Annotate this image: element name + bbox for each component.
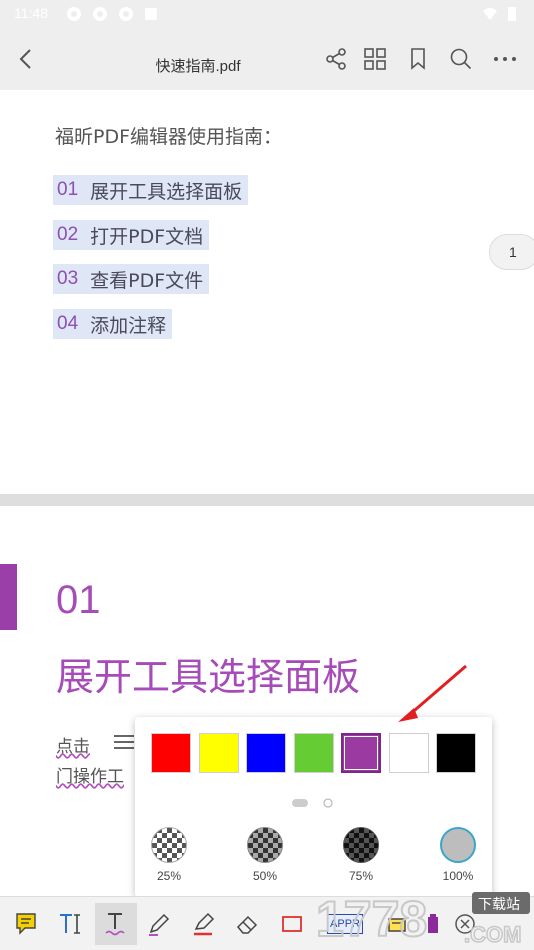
typewriter-icon	[60, 914, 80, 934]
color-swatch[interactable]	[388, 733, 429, 773]
watermark-domain: .COM	[464, 922, 521, 947]
text-underline-tool-button[interactable]	[95, 903, 137, 945]
body-text-line: 门操作工	[56, 767, 124, 787]
toc-number: 04	[57, 313, 79, 334]
note-tool-button[interactable]	[6, 903, 48, 945]
page-indicator	[292, 798, 333, 808]
opacity-option[interactable]: 75%	[331, 827, 391, 883]
grid-icon	[364, 48, 386, 70]
text-underline-icon	[105, 913, 125, 936]
more-button[interactable]	[490, 44, 520, 74]
opacity-option-selected[interactable]: 100%	[428, 827, 488, 883]
notification-icon	[67, 7, 81, 21]
page-dot-active	[292, 799, 308, 807]
status-bar: 11:48	[0, 0, 534, 28]
page-dot	[323, 798, 333, 808]
opacity-label: 50%	[252, 869, 278, 883]
opacity-25-icon	[151, 827, 187, 863]
opacity-50-icon	[247, 827, 283, 863]
opacity-option[interactable]: 50%	[235, 827, 295, 883]
typewriter-tool-button[interactable]	[50, 903, 92, 945]
toc-text: 打开PDF文档	[90, 225, 204, 248]
search-icon	[450, 48, 472, 70]
toc-item[interactable]: 02 打开PDF文档	[53, 220, 210, 250]
color-picker-popup: 25% 50% 75% 100%	[135, 717, 492, 897]
status-time: 11:48	[14, 5, 48, 21]
site-watermark: 1778 下载站 .COM	[315, 890, 530, 948]
thumbnails-button[interactable]	[360, 44, 390, 74]
page-divider	[0, 494, 534, 506]
notification-icon	[145, 8, 157, 20]
color-swatch-selected[interactable]	[341, 733, 381, 773]
opacity-75-icon	[343, 827, 379, 863]
pencil-tool-button[interactable]	[138, 903, 180, 945]
watermark-number: 1778	[316, 891, 427, 947]
annotation-arrow	[398, 664, 467, 722]
rectangle-icon	[282, 916, 302, 932]
pencil-icon	[149, 913, 170, 936]
eraser-tool-button[interactable]	[226, 903, 268, 945]
toc-text: 展开工具选择面板	[90, 180, 243, 203]
app-bar: 快速指南.pdf	[0, 28, 534, 90]
toc-item[interactable]: 04 添加注释	[53, 309, 173, 339]
opacity-100-icon	[440, 827, 476, 863]
toc-text: 查看PDF文件	[90, 269, 204, 292]
guide-heading: 福昕PDF编辑器使用指南：	[55, 126, 283, 148]
color-swatch[interactable]	[246, 733, 286, 773]
toc-item[interactable]: 01 展开工具选择面板	[53, 175, 249, 205]
opacity-option[interactable]: 25%	[139, 827, 199, 883]
color-swatch[interactable]	[293, 733, 334, 773]
bookmark-icon	[411, 48, 425, 70]
toc-item[interactable]: 03 查看PDF文件	[53, 264, 210, 294]
toc-number: 03	[57, 268, 79, 289]
menu-icon	[114, 735, 134, 749]
toc-text: 添加注释	[90, 314, 167, 337]
highlighter-icon	[194, 912, 215, 936]
search-button[interactable]	[446, 44, 476, 74]
wifi-icon	[483, 8, 497, 20]
toc-number: 01	[57, 179, 79, 200]
share-button[interactable]	[321, 44, 351, 74]
watermark-label: 下载站	[478, 897, 520, 913]
pdf-page-1[interactable]: 福昕PDF编辑器使用指南： 01 展开工具选择面板 02 打开PDF文档 03 …	[0, 90, 534, 494]
color-swatch[interactable]	[198, 733, 239, 773]
notification-icon	[119, 7, 133, 21]
color-swatch[interactable]	[151, 733, 191, 773]
eraser-icon	[236, 915, 258, 934]
toc-number: 02	[57, 224, 79, 245]
body-text-line: 点击	[56, 737, 90, 757]
more-icon	[494, 57, 516, 61]
page-number-badge[interactable]: 1	[489, 234, 534, 270]
section-accent-bar	[0, 564, 17, 630]
battery-icon	[508, 7, 516, 21]
section-title: 展开工具选择面板	[56, 655, 361, 699]
note-icon	[16, 913, 36, 935]
opacity-label: 25%	[156, 869, 182, 883]
share-icon	[326, 48, 346, 70]
bookmark-button[interactable]	[403, 44, 433, 74]
color-swatch[interactable]	[436, 733, 476, 773]
highlighter-tool-button[interactable]	[182, 903, 224, 945]
notification-icon	[93, 7, 107, 21]
section-number: 01	[56, 578, 101, 622]
rectangle-tool-button[interactable]	[271, 903, 313, 945]
